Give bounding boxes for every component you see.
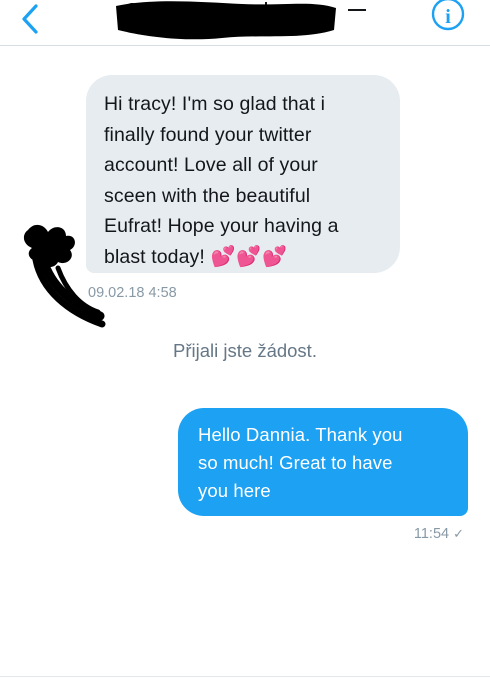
message-line-text: blast today! — [104, 245, 205, 268]
message-line: you here — [198, 480, 271, 501]
message-line: account! Love all of your — [104, 154, 318, 176]
outgoing-meta: 11:54 ✓ — [414, 526, 464, 542]
message-line: sceen with the beautiful — [104, 184, 311, 207]
svg-text:i: i — [445, 6, 451, 28]
outgoing-message-bubble[interactable]: Hello Dannia. Thank you so much! Great t… — [178, 408, 468, 516]
two-hearts-emoji: 💕💕💕 — [210, 245, 289, 268]
message-line: Hello Dannia. Thank you — [198, 424, 403, 445]
message-line: so much! Great to have — [198, 452, 393, 473]
conversation-header: i — [0, 0, 490, 46]
message-line: finally found your twitter — [104, 123, 312, 146]
request-accepted-notice: Přijali jste žádost. — [173, 340, 317, 361]
info-circle-icon[interactable]: i — [430, 0, 466, 36]
outgoing-timestamp: 11:54 — [413, 526, 450, 542]
chevron-left-icon[interactable] — [14, 2, 48, 36]
checkmark-icon: ✓ — [453, 526, 464, 541]
redacted-avatar — [23, 224, 106, 328]
incoming-timestamp: 09.02.18 4:58 — [88, 285, 177, 301]
redacted-username — [116, 1, 336, 40]
message-line: Hi tracy! I'm so glad that i — [104, 93, 326, 115]
message-line-last: blast today! 💕💕💕 — [104, 242, 384, 273]
bottom-divider — [0, 676, 490, 677]
message-line: Eufrat! Hope your having a — [104, 215, 339, 237]
incoming-message-bubble[interactable]: Hi tracy! I'm so glad that i finally fou… — [86, 75, 400, 273]
